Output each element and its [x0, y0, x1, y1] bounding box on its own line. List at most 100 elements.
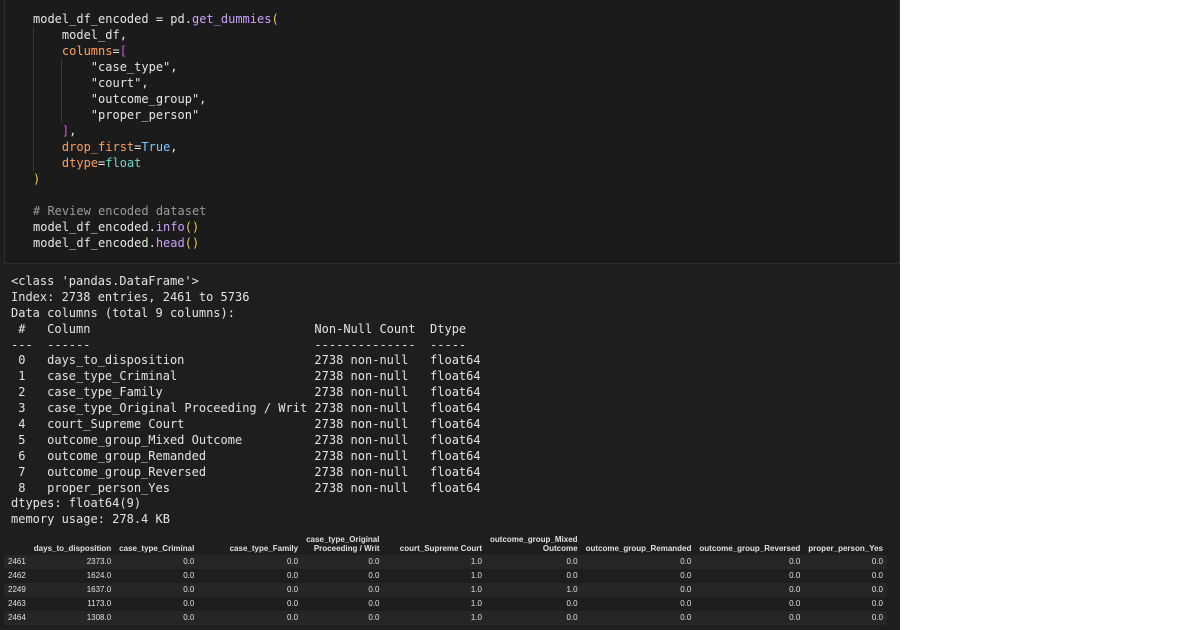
code-token: () [184, 220, 200, 234]
row-index: 2249 [8, 585, 26, 594]
code-token: drop_first [61, 140, 135, 154]
code-token: float [105, 156, 142, 170]
table-cell: 1.0 [470, 557, 482, 566]
table-cell: 0.0 [286, 557, 299, 566]
code-token: "proper_person" [90, 108, 200, 122]
code-line: model_df, [33, 27, 279, 43]
table-cell: 0.0 [286, 571, 299, 580]
table-cell: 0.0 [286, 599, 299, 608]
column-header: case_type_Family [198, 531, 303, 555]
code-cell[interactable]: model_df_encoded = pd.get_dummies( model… [4, 0, 900, 264]
output-line: Data columns (total 9 columns): [11, 305, 235, 320]
index-header [4, 531, 30, 555]
table-cell: 0.0 [183, 571, 195, 580]
column-header: outcome_group_Mixed Outcome [486, 531, 582, 555]
table-cell: 0.0 [680, 599, 692, 608]
table-cell: 0.0 [368, 613, 380, 622]
code-line: drop_first=True, [33, 139, 279, 155]
output-line: dtypes: float64(9) [11, 496, 142, 511]
table-cell: 1.0 [470, 585, 482, 594]
table-cell: 0.0 [680, 585, 692, 594]
row-index: 2461 [8, 557, 26, 566]
code-line: "court", [33, 75, 279, 91]
code-line: "outcome_group", [33, 91, 279, 107]
code-token: "case_type" [90, 60, 171, 74]
table-cell: 1.0 [470, 599, 482, 608]
table-cell: 0.0 [789, 571, 801, 580]
table-cell: 1.0 [566, 585, 578, 594]
code-token: , [170, 60, 178, 74]
code-token: head [155, 236, 185, 250]
table-cell: 1308.0 [86, 613, 112, 622]
output-line: <class 'pandas.DataFrame'> [11, 274, 199, 288]
code-token: model_df_encoded [33, 12, 149, 26]
table-cell: 0.0 [871, 599, 883, 608]
output-line: memory usage: 278.4 KB [11, 512, 170, 527]
table-row: 2463 1173.0 0.0 0.0 0.0 1.0 0.0 0.0 0.0 0.0 [4, 597, 887, 611]
column-header: proper_person_Yes [804, 531, 887, 555]
table-cell: 0.0 [871, 557, 883, 566]
table-cell: 1637.0 [86, 585, 112, 594]
code-token: model_df [61, 28, 120, 42]
code-token: , [170, 140, 178, 154]
table-cell: 0.0 [566, 613, 578, 622]
table-cell: 0.0 [286, 585, 299, 594]
table-cell: 0.0 [789, 613, 801, 622]
table-cell: 0.0 [680, 557, 692, 566]
output-line: --- ------ -------------- ----- [11, 337, 467, 352]
row-index: 2463 [8, 599, 26, 608]
table-cell: 1.0 [470, 613, 482, 622]
code-token: "court" [90, 76, 142, 90]
code-token: pd [170, 12, 185, 26]
table-cell: 0.0 [368, 571, 380, 580]
output-line: 7 outcome_group_Reversed 2738 non-null f… [11, 464, 481, 479]
table-header-row: days_to_disposition case_type_Criminal cas… [4, 531, 887, 555]
table-cell: 0.0 [368, 599, 380, 608]
blank-panel [900, 0, 1200, 630]
column-header: outcome_group_Reversed [695, 531, 805, 555]
code-line: "case_type", [33, 59, 279, 75]
table-cell: 0.0 [368, 557, 380, 566]
code-token: "outcome_group" [90, 92, 200, 106]
code-editor[interactable]: model_df_encoded = pd.get_dummies( model… [33, 11, 279, 251]
table-cell: 0.0 [566, 599, 578, 608]
code-line: columns=[ [33, 43, 279, 59]
code-token: . [184, 12, 192, 26]
code-line: dtype=float [33, 155, 279, 171]
table-cell: 0.0 [871, 571, 883, 580]
table-cell: 0.0 [183, 557, 195, 566]
table-cell: 0.0 [789, 585, 801, 594]
output-line: 3 case_type_Original Proceeding / Writ 2… [11, 401, 481, 416]
output-line: 2 case_type_Family 2738 non-null float64 [11, 385, 481, 400]
column-header: court_Supreme Court [383, 531, 486, 555]
output-line: 0 days_to_disposition 2738 non-null floa… [11, 353, 481, 368]
output-line: Index: 2738 entries, 2461 to 5736 [11, 289, 250, 304]
table-cell: 0.0 [871, 585, 883, 594]
table-cell: 2373.0 [86, 557, 112, 566]
table-cell: 0.0 [286, 613, 299, 622]
code-token: ( [271, 12, 279, 26]
code-line: "proper_person" [33, 107, 279, 123]
code-token: , [199, 92, 207, 106]
output-line: 1 case_type_Criminal 2738 non-null float… [11, 369, 481, 384]
output-line: 8 proper_person_Yes 2738 non-null float6… [11, 480, 481, 495]
code-token: , [119, 28, 127, 42]
code-token: info [155, 220, 185, 234]
table-cell: 1173.0 [87, 599, 112, 608]
table-cell: 0.0 [368, 585, 380, 594]
table-row: 2461 2373.0 0.0 0.0 0.0 1.0 0.0 0.0 0.0 0.0 [4, 555, 887, 569]
code-token: . [148, 236, 156, 250]
table-row: 2464 1308.0 0.0 0.0 0.0 1.0 0.0 0.0 0.0 0.0 [4, 611, 887, 625]
code-line: ], [33, 123, 279, 139]
table-row: 2462 1624.0 0.0 0.0 0.0 1.0 0.0 0.0 0.0 0.0 [4, 569, 887, 583]
code-token: ) [33, 172, 41, 186]
code-line: model_df_encoded.head() [33, 235, 279, 251]
